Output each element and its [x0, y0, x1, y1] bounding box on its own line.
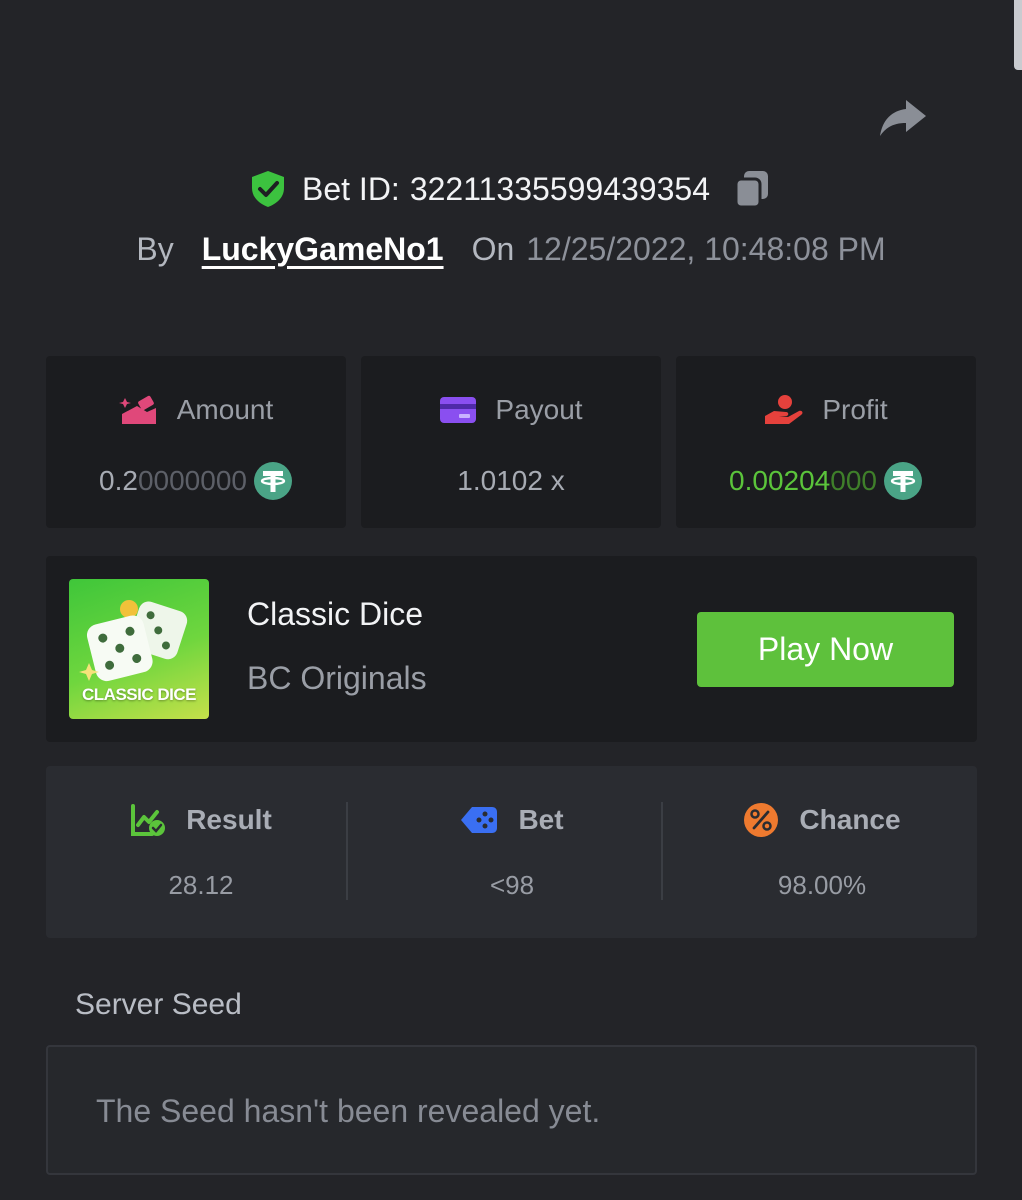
- payout-card: Payout 1.0102 x: [361, 356, 661, 528]
- payout-label: Payout: [495, 394, 583, 425]
- server-seed-text: The Seed hasn't been revealed yet.: [96, 1093, 601, 1129]
- verified-shield-icon: [252, 171, 284, 207]
- bet-column: Bet <98: [357, 766, 667, 938]
- by-label: By: [136, 230, 174, 267]
- chart-check-icon: [131, 804, 166, 836]
- bet-datetime: 12/25/2022, 10:48:08 PM: [526, 230, 886, 267]
- amount-value-trailing: 0000000: [137, 465, 247, 496]
- amount-value-main: 0.2: [99, 465, 138, 496]
- thumbnail-title: CLASSIC DICE: [82, 685, 196, 704]
- game-provider: BC Originals: [247, 660, 427, 696]
- result-value: 28.12: [168, 870, 234, 900]
- profit-card: Profit 0.00204 000: [676, 356, 976, 528]
- bet-details-page: Bet ID: 32211335599439354 By LuckyGameNo…: [0, 0, 1022, 1200]
- chance-column: Chance 98.00%: [667, 766, 977, 938]
- coins-hand-icon: [118, 395, 156, 424]
- amount-value: 0.2 0000000: [46, 458, 346, 504]
- payout-value: 1.0102 x: [457, 465, 565, 496]
- chance-title: Chance: [667, 800, 977, 840]
- bet-result-panel: Result 28.12 Bet <98 Chance 98.00%: [46, 766, 977, 938]
- on-label: On: [471, 230, 515, 267]
- game-name: Classic Dice: [247, 596, 424, 632]
- scrollbar[interactable]: [1014, 0, 1022, 70]
- bet-id-row: Bet ID: 32211335599439354: [0, 162, 1022, 216]
- game-card: CLASSIC DICE Classic Dice BC Originals P…: [46, 556, 977, 742]
- chance-value: 98.00%: [777, 870, 867, 900]
- amount-label: Amount: [176, 394, 274, 425]
- percent-icon: [744, 803, 779, 837]
- payout-title: Payout: [361, 390, 661, 430]
- profit-hand-icon: [765, 395, 803, 424]
- card-icon: [440, 397, 477, 423]
- profit-label: Profit: [822, 394, 888, 425]
- server-seed-label: Server Seed: [75, 988, 242, 1021]
- payout-value-row: 1.0102 x: [361, 458, 661, 504]
- share-icon[interactable]: [876, 96, 928, 140]
- bet-title: Bet: [357, 800, 667, 840]
- bet-id-label: Bet ID:: [302, 170, 400, 207]
- divider: [346, 802, 348, 900]
- chance-label: Chance: [799, 804, 901, 835]
- server-seed-box: The Seed hasn't been revealed yet.: [46, 1045, 977, 1175]
- result-title: Result: [46, 800, 356, 840]
- tether-icon: [253, 462, 292, 500]
- tether-icon: [883, 462, 922, 500]
- game-thumbnail[interactable]: CLASSIC DICE: [69, 579, 209, 719]
- profit-value: 0.00204 000: [676, 458, 976, 504]
- profit-value-main: 0.00204: [729, 465, 831, 496]
- bet-id-value: 32211335599439354: [409, 170, 710, 207]
- bet-meta-row: By LuckyGameNo1 On 12/25/2022, 10:48:08 …: [0, 222, 1022, 276]
- username-link[interactable]: LuckyGameNo1: [202, 231, 444, 268]
- amount-card: Amount 0.2 0000000: [46, 356, 346, 528]
- profit-value-trailing: 000: [830, 465, 877, 496]
- copy-icon[interactable]: [732, 168, 772, 210]
- result-column: Result 28.12: [46, 766, 356, 938]
- ticket-icon: [461, 807, 498, 833]
- bet-value: <98: [489, 870, 535, 900]
- amount-title: Amount: [46, 390, 346, 430]
- bet-label: Bet: [518, 804, 564, 835]
- divider: [661, 802, 663, 900]
- profit-title: Profit: [676, 390, 976, 430]
- result-label: Result: [186, 804, 272, 835]
- play-now-button[interactable]: Play Now: [697, 612, 954, 687]
